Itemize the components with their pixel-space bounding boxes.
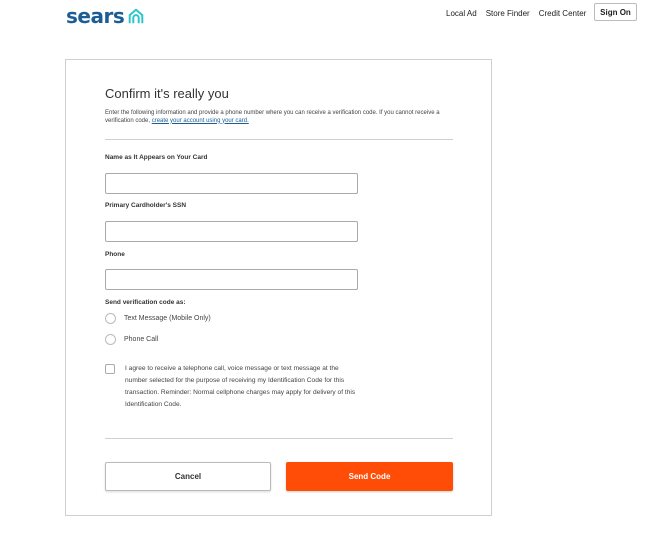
- cancel-button[interactable]: Cancel: [105, 462, 271, 491]
- radio-button[interactable]: [105, 313, 116, 324]
- send-code-button[interactable]: Send Code: [286, 462, 453, 491]
- name-label: Name as It Appears on Your Card: [105, 154, 208, 161]
- page-title: Confirm it's really you: [105, 86, 229, 101]
- ssn-label: Primary Cardholder's SSN: [105, 202, 187, 209]
- sears-logo[interactable]: sears: [66, 6, 145, 26]
- create-account-link[interactable]: create your account using your card.: [152, 118, 249, 124]
- logo-text: sears: [66, 4, 125, 28]
- radio-phone-call[interactable]: Phone Call: [105, 334, 158, 345]
- divider-bottom: [105, 438, 453, 439]
- agree-consent: I agree to receive a telephone call, voi…: [105, 363, 361, 411]
- radio-label: Text Message (Mobile Only): [124, 315, 211, 322]
- nav-credit-center[interactable]: Credit Center: [539, 9, 587, 18]
- nav-local-ad[interactable]: Local Ad: [446, 9, 477, 18]
- divider-top: [105, 139, 453, 140]
- radio-label: Phone Call: [124, 336, 159, 343]
- agree-checkbox[interactable]: [105, 364, 115, 374]
- verification-form-card: Confirm it's really you Enter the follow…: [65, 59, 492, 516]
- send-method-label: Send verification code as:: [105, 299, 186, 306]
- radio-button[interactable]: [105, 334, 116, 345]
- phone-input[interactable]: [105, 269, 358, 290]
- sign-on-button[interactable]: Sign On: [594, 3, 637, 21]
- ssn-input[interactable]: [105, 221, 358, 242]
- nav-store-finder[interactable]: Store Finder: [486, 9, 530, 18]
- intro-text: Enter the following information and prov…: [105, 110, 445, 125]
- header-nav: Local Ad Store Finder Credit Center: [446, 9, 595, 18]
- phone-label: Phone: [105, 251, 125, 258]
- name-input[interactable]: [105, 173, 358, 194]
- agree-text: I agree to receive a telephone call, voi…: [125, 365, 356, 408]
- radio-text-message[interactable]: Text Message (Mobile Only): [105, 313, 211, 324]
- house-icon: [128, 8, 144, 24]
